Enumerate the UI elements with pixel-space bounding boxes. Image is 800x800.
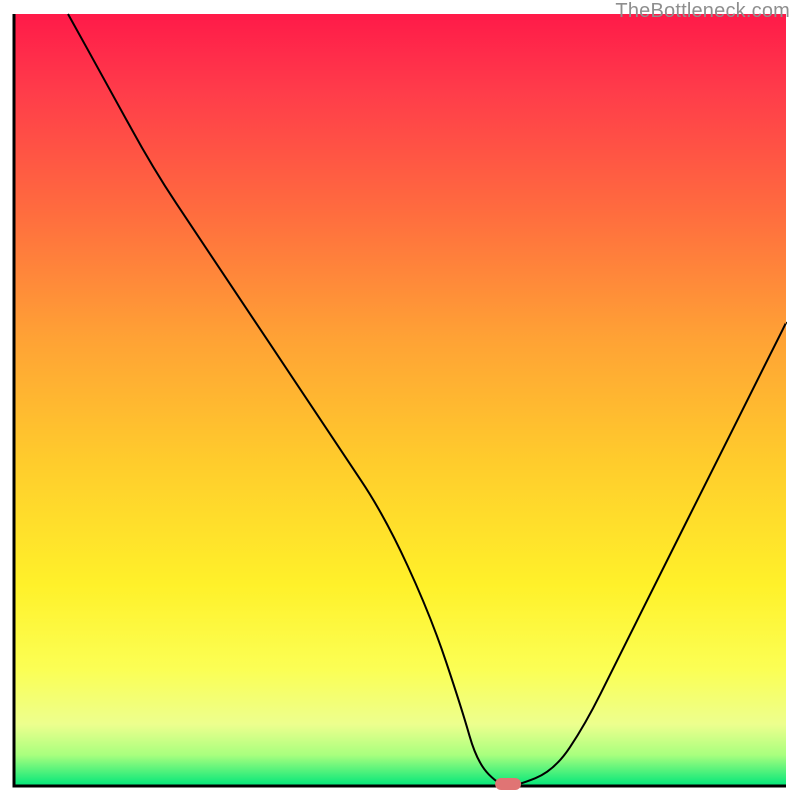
bottleneck-chart: TheBottleneck.com	[0, 0, 800, 800]
optimum-marker	[495, 778, 521, 790]
bottleneck-curve	[68, 14, 786, 786]
chart-svg	[0, 0, 800, 800]
watermark-text: TheBottleneck.com	[615, 0, 790, 23]
axis-frame	[14, 14, 786, 786]
